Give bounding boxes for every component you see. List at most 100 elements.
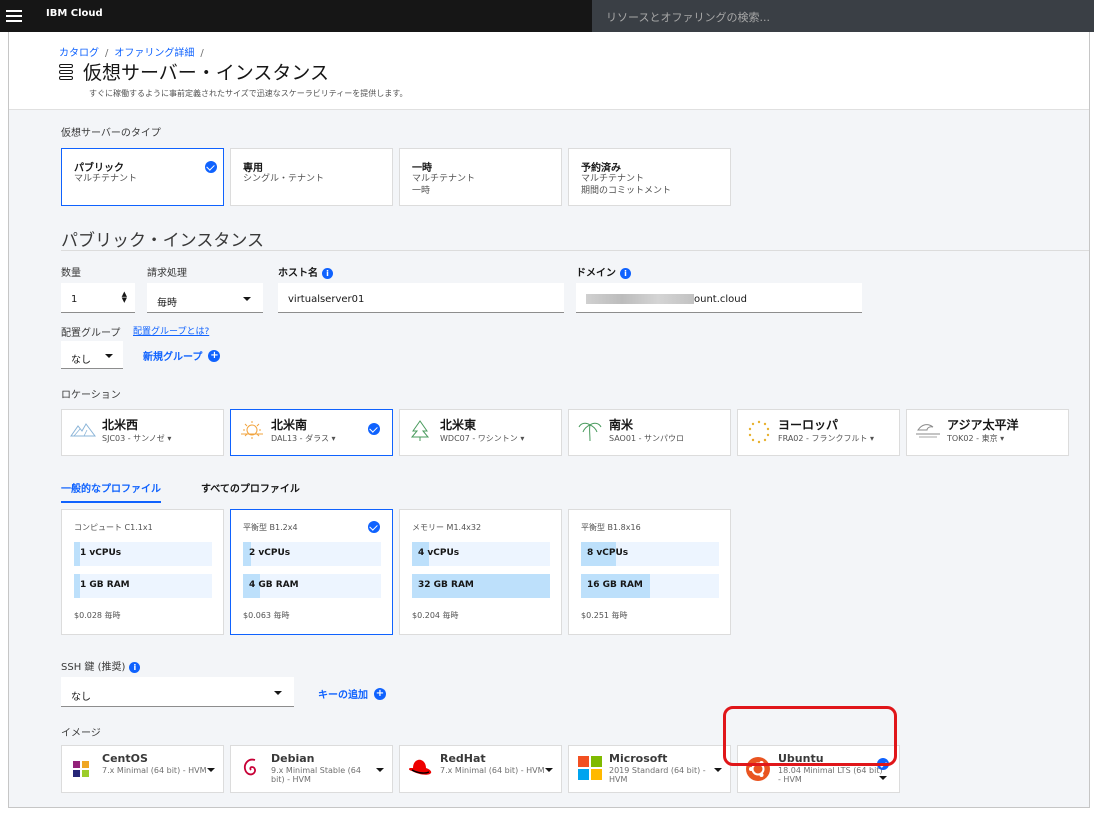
server-type-title: 専用 [243, 163, 263, 174]
location-datacenter[interactable]: FRA02 - フランクフルト ▾ [778, 433, 874, 444]
location-datacenter[interactable]: SJC03 - サンノゼ ▾ [102, 433, 171, 444]
quantity-stepper[interactable]: 1 ▲ ▼ [61, 283, 135, 313]
ram-value: 32 GB RAM [418, 580, 474, 590]
server-type-desc: マルチテナント [74, 174, 138, 184]
checkmark-icon [205, 161, 217, 173]
profile-name: コンピュート C1.1x1 [74, 523, 153, 532]
new-group-button[interactable]: 新規グループ + [143, 348, 221, 363]
chevron-down-icon[interactable] [545, 768, 553, 772]
location-tile-asia-pacific[interactable]: アジア太平洋 TOK02 - 東京 ▾ [906, 409, 1069, 456]
checkmark-icon [368, 521, 380, 533]
hostname-input[interactable]: virtualserver01 [278, 283, 564, 313]
add-circle-icon: + [208, 349, 221, 362]
tab-common-profiles[interactable]: 一般的なプロファイル [61, 480, 161, 503]
image-tile-microsoft[interactable]: Microsoft 2019 Standard (64 bit) - HVM [568, 745, 731, 793]
wave-icon [916, 424, 940, 438]
location-label: ロケーション [61, 390, 121, 401]
hamburger-menu-icon[interactable] [6, 8, 22, 24]
profile-tile[interactable]: 平衡型 B1.8x16 8 vCPUs 16 GB RAM $0.251 毎時 [568, 509, 731, 635]
stepper-arrows-icon[interactable]: ▲ ▼ [122, 291, 127, 304]
add-circle-icon: + [374, 687, 386, 700]
page-title-row: 仮想サーバー・インスタンス [59, 58, 329, 85]
location-tile-na-east[interactable]: 北米東 WDC07 - ワシントン ▾ [399, 409, 562, 456]
ram-value: 16 GB RAM [587, 580, 643, 590]
ram-bar: 1 GB RAM [74, 574, 212, 598]
chevron-down-icon [274, 691, 282, 695]
placement-group-help-link[interactable]: 配置グループとは? [133, 324, 209, 337]
page-subtitle: すぐに稼働するように事前定義されたサイズで迅速なスケーラビリティーを提供します。 [89, 89, 408, 98]
cpu-bar-fill [74, 542, 80, 566]
palm-icon [578, 422, 602, 442]
server-type-title: パブリック [74, 163, 124, 174]
image-name: Microsoft [609, 752, 668, 765]
sun-icon [241, 421, 263, 439]
ram-bar: 32 GB RAM [412, 574, 550, 598]
chevron-down-icon[interactable] [376, 768, 384, 772]
ram-bar: 4 GB RAM [243, 574, 381, 598]
image-name: Debian [271, 752, 315, 765]
profile-tile[interactable]: 平衡型 B1.2x4 2 vCPUs 4 GB RAM $0.063 毎時 [230, 509, 393, 635]
tab-all-profiles[interactable]: すべてのプロファイル [201, 480, 300, 495]
server-type-reserved[interactable]: 予約済み マルチテナント 期間のコミットメント [568, 148, 731, 206]
location-tile-na-south[interactable]: 北米南 DAL13 - ダラス ▾ [230, 409, 393, 456]
location-datacenter[interactable]: WDC07 - ワシントン ▾ [440, 433, 524, 444]
server-type-desc: シングル・テナント [243, 174, 325, 184]
global-search-input[interactable]: リソースとオファリングの検索... [592, 0, 1094, 32]
brand-name[interactable]: IBM Cloud [46, 8, 103, 19]
chevron-down-icon[interactable] [714, 768, 722, 772]
info-icon[interactable]: i [620, 267, 631, 279]
add-key-button[interactable]: キーの追加 + [318, 686, 386, 701]
image-name: CentOS [102, 752, 148, 765]
chevron-down-icon[interactable] [207, 768, 215, 772]
domain-input[interactable]: ount.cloud [576, 283, 862, 313]
image-tile-redhat[interactable]: RedHat 7.x Minimal (64 bit) - HVM [399, 745, 562, 793]
profile-name: 平衡型 B1.2x4 [243, 523, 298, 532]
placement-group-label: 配置グループ [61, 328, 121, 339]
profile-name: メモリー M1.4x32 [412, 523, 482, 532]
info-icon[interactable]: i [129, 661, 141, 673]
profile-tile[interactable]: コンピュート C1.1x1 1 vCPUs 1 GB RAM $0.028 毎時 [61, 509, 224, 635]
domain-label: ドメイン i [576, 264, 631, 279]
ram-value: 1 GB RAM [80, 580, 130, 590]
image-tile-debian[interactable]: Debian 9.x Minimal Stable (64 bit) - HVM [230, 745, 393, 793]
server-type-transient[interactable]: 一時 マルチテナント 一時 [399, 148, 562, 206]
redacted-blur [586, 294, 694, 304]
page-frame: カタログ / オファリング詳細 / 仮想サーバー・インスタンス すぐに稼働するように事… [8, 32, 1090, 808]
centos-logo-icon [70, 758, 92, 780]
tree-icon [410, 420, 430, 441]
server-type-public[interactable]: パブリック マルチテナント [61, 148, 224, 206]
location-name: アジア太平洋 [947, 418, 1019, 432]
mountain-icon [70, 423, 96, 437]
location-tile-europe[interactable]: ヨーロッパ FRA02 - フランクフルト ▾ [737, 409, 900, 456]
placement-group-select[interactable]: なし [61, 341, 123, 369]
quantity-label: 数量 [61, 268, 81, 279]
cpu-value: 1 vCPUs [80, 548, 122, 558]
location-datacenter[interactable]: SAO01 - サンパウロ [609, 433, 684, 444]
location-tile-south-america[interactable]: 南米 SAO01 - サンパウロ [568, 409, 731, 456]
image-version: 2019 Standard (64 bit) - HVM [609, 766, 706, 784]
location-datacenter[interactable]: TOK02 - 東京 ▾ [947, 433, 1004, 444]
location-name: 北米南 [271, 418, 308, 432]
chevron-down-icon[interactable] [879, 776, 887, 780]
location-name: 南米 [609, 418, 634, 432]
placement-value: なし [71, 355, 91, 366]
section-title: パブリック・インスタンス [61, 231, 264, 251]
server-type-dedicated[interactable]: 専用 シングル・テナント [230, 148, 393, 206]
top-nav-bar: IBM Cloud リソースとオファリングの検索... [0, 0, 1094, 32]
section-divider [61, 250, 1089, 251]
location-datacenter[interactable]: DAL13 - ダラス ▾ [271, 433, 336, 444]
chevron-down-icon [243, 297, 251, 301]
profile-price: $0.251 毎時 [581, 611, 628, 620]
cpu-bar: 1 vCPUs [74, 542, 212, 566]
image-label: イメージ [61, 728, 101, 739]
chevron-down-icon [105, 354, 113, 358]
image-tile-centos[interactable]: CentOS 7.x Minimal (64 bit) - HVM [61, 745, 224, 793]
profile-tile[interactable]: メモリー M1.4x32 4 vCPUs 32 GB RAM $0.204 毎時 [399, 509, 562, 635]
domain-value: ount.cloud [694, 294, 747, 305]
ssh-key-select[interactable]: なし [61, 677, 294, 707]
location-tile-na-west[interactable]: 北米西 SJC03 - サンノゼ ▾ [61, 409, 224, 456]
info-icon[interactable]: i [322, 267, 333, 279]
cpu-bar: 4 vCPUs [412, 542, 550, 566]
hostname-label: ホスト名 i [278, 264, 333, 279]
billing-select[interactable]: 毎時 [147, 283, 263, 313]
